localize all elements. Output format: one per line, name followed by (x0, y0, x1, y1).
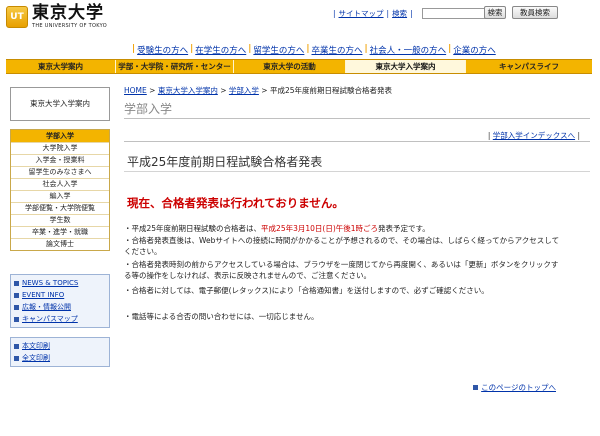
event-info-link[interactable]: EVENT INFO (22, 291, 64, 299)
nav-tab-admissions[interactable]: 東京大学入学案内 (346, 60, 466, 73)
breadcrumb-admissions[interactable]: 東京大学入学案内 (158, 86, 218, 95)
divider (124, 171, 590, 172)
notice-heading: 現在、合格者発表は行われておりません。 (127, 196, 344, 210)
sidebar-item-graduate[interactable]: 大学院入学 (11, 142, 109, 154)
sidebar-item-transfer[interactable]: 編入学 (11, 190, 109, 202)
university-logo[interactable]: UT 東京大学 THE UNIVERSITY OF TOKYO (6, 5, 107, 29)
audience-nav: | 受験生の方へ | 在学生の方へ | 留学生の方へ | 卒業生の方へ | 社会人・一般の… (132, 44, 496, 56)
sidebar-item-doctorate[interactable]: 論文博士 (11, 238, 109, 250)
section-title: 学部入学 (124, 102, 173, 116)
nav-tab-faculties[interactable]: 学部・大学院・研究所・センター (116, 60, 234, 73)
bullet-square-icon (14, 355, 19, 361)
audience-link-international[interactable]: 留学生の方へ (253, 44, 304, 56)
logo-english-text: THE UNIVERSITY OF TOKYO (32, 23, 107, 29)
nav-tab-about[interactable]: 東京大学案内 (6, 60, 116, 73)
announcement-time: 平成25年3月10日(日)午後1時ごろ (261, 224, 379, 233)
nav-tab-activities[interactable]: 東京大学の活動 (234, 60, 346, 73)
sidebar-item-enrollment[interactable]: 学生数 (11, 214, 109, 226)
audience-link-students[interactable]: 在学生の方へ (195, 44, 246, 56)
sidebar-item-handbook[interactable]: 学部便覧・大学院便覧 (11, 202, 109, 214)
logo-japanese-text: 東京大学 (32, 3, 104, 23)
sidebar-item-adult[interactable]: 社会人入学 (11, 178, 109, 190)
sidebar-item-fees[interactable]: 入学金・授業料 (11, 154, 109, 166)
divider (124, 118, 590, 119)
bullet-no-phone-inquiries: ・電話等による合否の問い合わせには、一切応じません。 (124, 312, 319, 321)
page-title: 平成25年度前期日程試験合格者発表 (127, 155, 323, 169)
bullet-access-delay: ・合格者発表直後は、Webサイトへの接続に時間がかかることが予想されるので、その… (124, 236, 560, 256)
search-link[interactable]: 検索 (392, 8, 407, 19)
breadcrumb-home[interactable]: HOME (124, 86, 147, 95)
bullet-notification-letter: ・合格者に対しては、電子郵便(レタックス)により「合格通知書」を送付しますので、… (124, 286, 489, 295)
sidebar-item-international[interactable]: 留学生のみなさまへ (11, 166, 109, 178)
bullet-refresh-warning: ・合格者発表時刻の前からアクセスしている場合は、ブラウザを一度閉じてから再度開く… (124, 260, 559, 280)
sitemap-link[interactable]: サイトマップ (339, 8, 384, 19)
nav-tab-campus-life[interactable]: キャンパスライフ (466, 60, 592, 73)
campus-map-link[interactable]: キャンパスマップ (22, 314, 78, 324)
gingko-emblem-icon: UT (6, 6, 28, 28)
bullet-square-icon (14, 280, 19, 286)
sidebar-links: NEWS & TOPICS EVENT INFO 広報・情報公開 キャンパスマッ… (10, 274, 110, 328)
news-topics-link[interactable]: NEWS & TOPICS (22, 279, 78, 287)
page-top-link[interactable]: このページのトップへ (481, 382, 556, 393)
arrow-up-icon (473, 385, 479, 390)
search-button[interactable]: 検索 (484, 6, 506, 19)
bullet-square-icon (14, 316, 19, 322)
bullet-announcement-time: ・平成25年度前期日程試験の合格者は、平成25年3月10日(日)午後1時ごろ発表… (124, 224, 430, 233)
audience-link-companies[interactable]: 企業の方へ (453, 44, 496, 56)
bullet-square-icon (14, 292, 19, 298)
undergraduate-index-link[interactable]: 学部入学インデックスへ (493, 131, 575, 140)
sidebar-item-career[interactable]: 卒業・進学・就職 (11, 226, 109, 238)
audience-link-applicants[interactable]: 受験生の方へ (137, 44, 188, 56)
sidebar-menu: 学部入学 大学院入学 入学金・授業料 留学生のみなさまへ 社会人入学 編入学 学… (10, 129, 110, 251)
bullet-square-icon (14, 343, 19, 349)
staff-search-button[interactable]: 教員検索 (512, 6, 558, 19)
audience-link-public[interactable]: 社会人・一般の方へ (370, 44, 447, 56)
sidebar-item-undergraduate[interactable]: 学部入学 (11, 130, 109, 142)
print-links: 本文印刷 全文印刷 (10, 337, 110, 367)
audience-link-alumni[interactable]: 卒業生の方へ (311, 44, 362, 56)
utility-links: | サイトマップ | 検索 | (333, 8, 496, 19)
bullet-square-icon (14, 304, 19, 310)
breadcrumb: HOME > 東京大学入学案内 > 学部入学 > 平成25年度前期日程試験合格者… (124, 86, 392, 95)
pr-disclosure-link[interactable]: 広報・情報公開 (22, 302, 71, 312)
print-body-link[interactable]: 本文印刷 (22, 341, 50, 351)
breadcrumb-current: 平成25年度前期日程試験合格者発表 (269, 86, 392, 95)
sidebar-title: 東京大学入学案内 (10, 87, 110, 121)
global-nav: 東京大学案内 学部・大学院・研究所・センター 東京大学の活動 東京大学入学案内 … (6, 59, 592, 74)
print-all-link[interactable]: 全文印刷 (22, 353, 50, 363)
divider (124, 141, 590, 142)
breadcrumb-undergraduate[interactable]: 学部入学 (229, 86, 259, 95)
